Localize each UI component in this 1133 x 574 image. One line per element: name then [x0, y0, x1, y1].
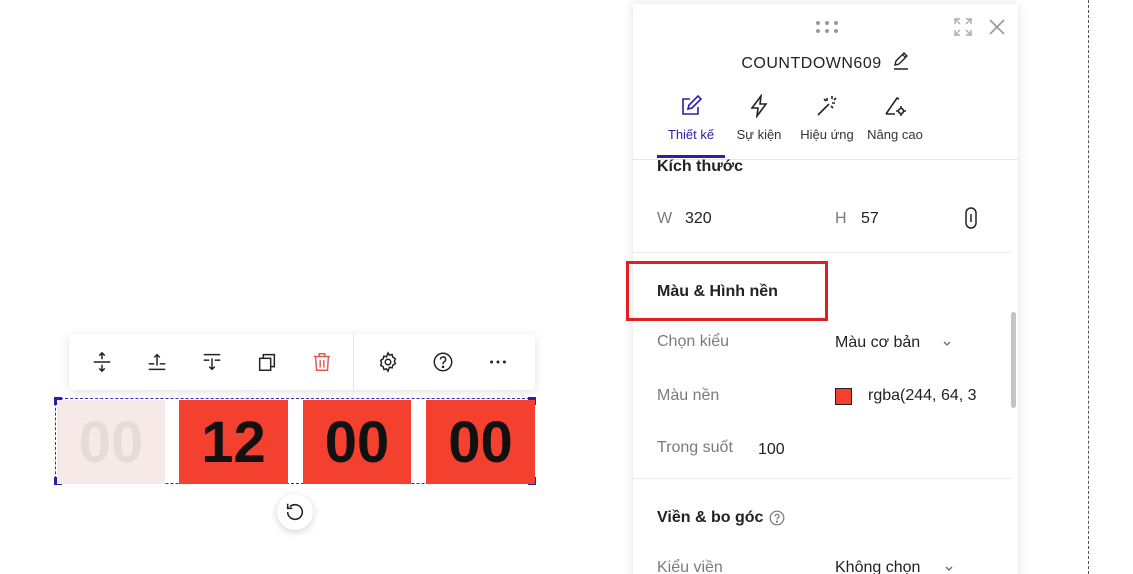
align-vertical-icon[interactable]: [74, 334, 129, 390]
edit-name-icon[interactable]: [892, 52, 910, 75]
toolbar-separator: [353, 334, 354, 390]
chevron-down-icon[interactable]: [944, 564, 954, 572]
countdown-element[interactable]: 00 12 00 00: [54, 397, 536, 485]
move-up-icon[interactable]: [129, 334, 184, 390]
close-icon[interactable]: [986, 16, 1008, 38]
bgcolor-input[interactable]: rgba(244, 64, 3: [868, 387, 977, 405]
guide-line: [1088, 0, 1089, 574]
help-icon[interactable]: [769, 510, 785, 526]
lock-ratio-icon[interactable]: [963, 206, 979, 235]
style-label: Chọn kiểu: [657, 333, 730, 350]
more-icon[interactable]: [470, 334, 525, 390]
color-swatch[interactable]: [835, 388, 852, 405]
element-name: COUNTDOWN609: [741, 54, 882, 72]
panel-scrollbar[interactable]: [1011, 312, 1016, 408]
chevron-down-icon[interactable]: [942, 339, 952, 347]
tab-label: Hiệu ứng: [800, 127, 854, 142]
rotate-icon[interactable]: [277, 494, 313, 530]
countdown-seconds: 00: [426, 400, 535, 484]
element-toolbar: [69, 334, 535, 390]
expand-icon[interactable]: [952, 16, 974, 38]
countdown-hours: 12: [179, 400, 288, 484]
lightning-icon: [750, 94, 768, 118]
section-divider: [633, 478, 1012, 479]
tab-events[interactable]: Sự kiện: [725, 94, 793, 142]
tab-design[interactable]: Thiết kế: [657, 94, 725, 142]
border-style-select[interactable]: Không chọn: [835, 559, 920, 574]
settings-icon[interactable]: [360, 334, 415, 390]
tab-label: Nâng cao: [867, 127, 923, 142]
width-label: W: [657, 210, 673, 227]
bgcolor-label: Màu nền: [657, 387, 720, 404]
tab-advanced[interactable]: Nâng cao: [861, 94, 929, 142]
height-label: H: [835, 210, 847, 227]
highlight-box: [626, 261, 828, 321]
drag-handle-icon[interactable]: [815, 20, 839, 39]
section-divider: [633, 252, 1012, 253]
opacity-label: Trong suốt: [657, 439, 733, 456]
opacity-input[interactable]: 100: [758, 441, 785, 459]
style-select[interactable]: Màu cơ bản: [835, 334, 920, 352]
border-section-header: Viền & bo góc: [657, 509, 785, 527]
width-input[interactable]: 320: [685, 210, 712, 228]
move-down-icon[interactable]: [184, 334, 239, 390]
edit-icon: [682, 94, 703, 115]
tab-label: Thiết kế: [667, 127, 715, 142]
size-section-title: Kích thước: [657, 158, 744, 175]
editor-canvas: 00 12 00 00 COUNTDOWN609 Thiết kế Sự kiệ…: [0, 0, 1133, 574]
duplicate-icon[interactable]: [239, 334, 294, 390]
countdown-days: 00: [57, 400, 165, 484]
advanced-settings-icon: [885, 96, 906, 116]
height-input[interactable]: 57: [861, 210, 879, 228]
border-section-title: Viền & bo góc: [657, 509, 764, 526]
help-icon[interactable]: [415, 334, 470, 390]
border-style-label: Kiểu viền: [657, 559, 723, 574]
delete-icon[interactable]: [294, 334, 349, 390]
magic-wand-icon: [817, 96, 837, 116]
tab-effects[interactable]: Hiệu ứng: [793, 94, 861, 142]
countdown-minutes: 00: [303, 400, 411, 484]
tab-label: Sự kiện: [736, 127, 782, 142]
